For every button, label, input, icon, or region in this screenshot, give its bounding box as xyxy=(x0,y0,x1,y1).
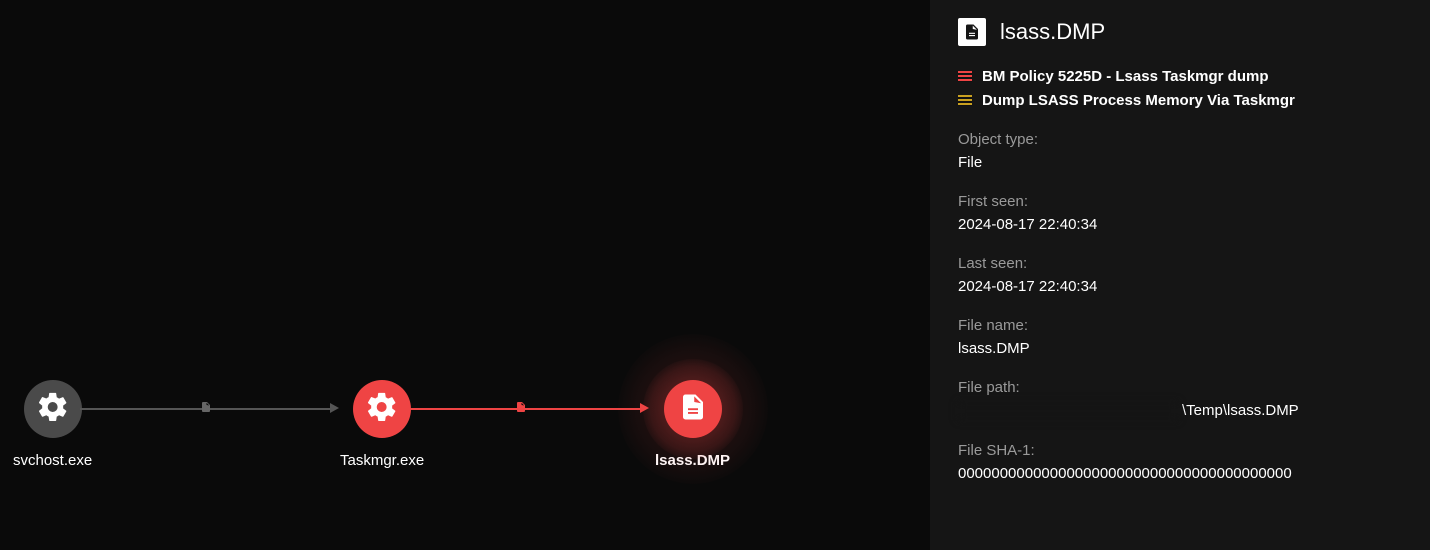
node-label: lsass.DMP xyxy=(655,452,730,469)
field-file-path: File path: ████████████████\Temp\lsass.D… xyxy=(958,379,1406,420)
field-label: First seen: xyxy=(958,193,1406,210)
document-icon xyxy=(958,18,986,46)
field-value: File xyxy=(958,154,1406,171)
node-label: Taskmgr.exe xyxy=(340,452,424,469)
field-value: ████████████████\Temp\lsass.DMP xyxy=(958,402,1406,420)
panel-header: lsass.DMP xyxy=(958,18,1406,46)
redacted-text: ████████████████ xyxy=(958,402,1178,420)
document-icon xyxy=(678,392,708,427)
field-last-seen: Last seen: 2024-08-17 22:40:34 xyxy=(958,255,1406,295)
field-label: Last seen: xyxy=(958,255,1406,272)
process-graph-canvas[interactable]: svchost.exe Taskmgr.exe lsass.DMP xyxy=(0,0,930,550)
severity-swatch-icon xyxy=(958,95,972,106)
file-create-icon xyxy=(200,400,214,414)
field-value: lsass.DMP xyxy=(958,340,1406,357)
node-circle xyxy=(664,380,722,438)
graph-node-svchost[interactable]: svchost.exe xyxy=(13,380,92,469)
graph-edge xyxy=(80,408,330,410)
gear-icon xyxy=(36,390,70,429)
field-value: 2024-08-17 22:40:34 xyxy=(958,278,1406,295)
graph-node-taskmgr[interactable]: Taskmgr.exe xyxy=(340,380,424,469)
arrow-icon xyxy=(330,403,339,413)
details-panel: lsass.DMP BM Policy 5225D - Lsass Taskmg… xyxy=(930,0,1430,550)
node-label: svchost.exe xyxy=(13,452,92,469)
field-label: File name: xyxy=(958,317,1406,334)
field-file-sha1: File SHA-1: 0000000000000000000000000000… xyxy=(958,442,1406,482)
graph-node-lsass-selected[interactable]: lsass.DMP xyxy=(655,380,730,469)
arrow-icon xyxy=(640,403,649,413)
gear-icon xyxy=(365,390,399,429)
field-file-name: File name: lsass.DMP xyxy=(958,317,1406,357)
field-first-seen: First seen: 2024-08-17 22:40:34 xyxy=(958,193,1406,233)
field-label: Object type: xyxy=(958,131,1406,148)
node-circle xyxy=(24,380,82,438)
severity-swatch-icon xyxy=(958,71,972,82)
graph-edge-red xyxy=(400,408,640,410)
field-value: 0000000000000000000000000000000000000000 xyxy=(958,465,1406,482)
field-label: File SHA-1: xyxy=(958,442,1406,459)
panel-title: lsass.DMP xyxy=(1000,19,1105,45)
detection-label: BM Policy 5225D - Lsass Taskmgr dump xyxy=(982,68,1269,85)
detection-label: Dump LSASS Process Memory Via Taskmgr xyxy=(982,92,1295,109)
field-value: 2024-08-17 22:40:34 xyxy=(958,216,1406,233)
detection-tag[interactable]: Dump LSASS Process Memory Via Taskmgr xyxy=(958,92,1406,109)
field-label: File path: xyxy=(958,379,1406,396)
file-path-suffix: \Temp\lsass.DMP xyxy=(1182,402,1299,419)
detection-tag[interactable]: BM Policy 5225D - Lsass Taskmgr dump xyxy=(958,68,1406,85)
field-object-type: Object type: File xyxy=(958,131,1406,171)
file-create-icon xyxy=(515,400,529,414)
